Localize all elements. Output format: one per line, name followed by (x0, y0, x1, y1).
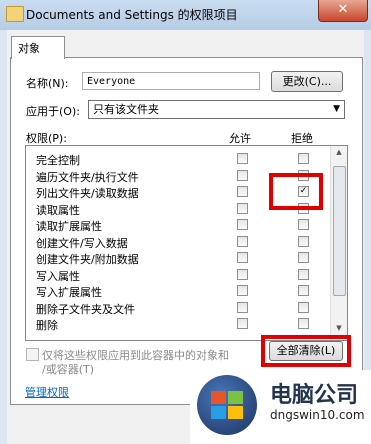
deny-checkbox[interactable] (298, 252, 309, 263)
scrollbar[interactable]: ▲ ▼ (330, 146, 347, 340)
permissions-label: 权限(P): (26, 132, 67, 145)
table-row: 写入扩展属性 (26, 282, 330, 299)
table-row: 读取扩展属性 (26, 216, 330, 233)
close-button[interactable]: ✕ (318, 0, 368, 22)
deny-checkbox[interactable] (298, 153, 309, 164)
apply-only-checkbox[interactable] (26, 348, 39, 361)
watermark-brand: 电脑公司 (270, 383, 359, 408)
table-row: 写入属性 (26, 266, 330, 283)
allow-checkbox[interactable] (237, 186, 248, 197)
allow-checkbox[interactable] (237, 268, 248, 280)
name-field: Everyone (82, 72, 260, 90)
allow-checkbox[interactable] (237, 301, 248, 313)
deny-checkbox[interactable] (298, 235, 309, 247)
deny-checkbox[interactable] (298, 219, 309, 230)
allow-checkbox[interactable] (237, 169, 248, 181)
watermark-url: dngswin10.com (270, 408, 365, 422)
allow-checkbox[interactable] (237, 318, 248, 329)
table-row: 删除子文件夹及文件 (26, 299, 330, 316)
scroll-thumb[interactable] (333, 166, 346, 296)
name-label: 名称(N): (26, 77, 69, 90)
allow-checkbox[interactable] (237, 219, 248, 230)
apply-to-value: 只有该文件夹 (93, 103, 159, 116)
deny-header: 拒绝 (291, 132, 313, 145)
allow-checkbox[interactable] (237, 252, 248, 263)
windows-logo-icon (197, 375, 257, 435)
highlight-box-deny (269, 173, 323, 210)
allow-header: 允许 (229, 132, 251, 145)
change-button[interactable]: 更改(C)... (271, 71, 343, 92)
allow-checkbox[interactable] (237, 285, 248, 296)
deny-checkbox[interactable] (298, 301, 309, 313)
manage-permissions-link[interactable]: 管理权限 (25, 384, 69, 400)
allow-checkbox[interactable] (237, 153, 248, 164)
allow-checkbox[interactable] (237, 202, 248, 214)
deny-checkbox[interactable] (298, 318, 309, 329)
clear-all-button[interactable]: 全部清除(L) (269, 341, 343, 361)
apply-to-label: 应用于(O): (26, 105, 80, 118)
table-row: 完全控制 (26, 150, 330, 167)
tab-object-label: 对象 (18, 42, 40, 55)
apply-only-line2: /或容器(T) (42, 363, 95, 376)
deny-checkbox[interactable] (298, 285, 309, 296)
chevron-down-icon: ▼ (333, 104, 340, 114)
apply-to-select[interactable]: 只有该文件夹 ▼ (88, 100, 345, 119)
table-row: 创建文件/写入数据 (26, 233, 330, 250)
title-bar: Documents and Settings 的权限项目 ✕ (0, 0, 371, 30)
window-title: Documents and Settings 的权限项目 (26, 8, 238, 22)
tab-object[interactable]: 对象 (11, 36, 65, 59)
deny-checkbox[interactable] (298, 268, 309, 280)
permission-name: 删除 (36, 319, 58, 332)
scroll-up-icon[interactable]: ▲ (333, 148, 345, 162)
folder-icon (6, 6, 24, 22)
table-row: 创建文件夹/附加数据 (26, 249, 330, 266)
table-row: 删除 (26, 315, 330, 332)
allow-checkbox[interactable] (237, 235, 248, 247)
